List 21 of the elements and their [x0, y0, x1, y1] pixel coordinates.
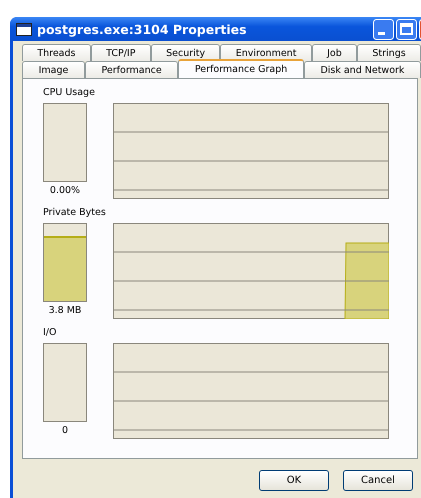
meter-reading: 0: [62, 425, 68, 436]
window-title: postgres.exe:3104 Properties: [37, 22, 247, 36]
section-label: I/O: [43, 327, 58, 339]
meter-reading: 3.8 MB: [48, 305, 82, 316]
dialog-button[interactable]: OK: [259, 470, 329, 491]
window-icon: [16, 22, 32, 36]
tab[interactable]: Strings: [357, 44, 421, 61]
tab[interactable]: Threads: [22, 44, 91, 61]
tab[interactable]: Performance Graph: [178, 59, 304, 78]
section-label: Private Bytes: [43, 207, 107, 219]
tab[interactable]: TCP/IP: [90, 44, 151, 61]
tab[interactable]: Disk and Network: [304, 61, 421, 78]
tab[interactable]: Performance: [84, 61, 178, 78]
minimize-button[interactable]: [373, 18, 394, 40]
maximize-button[interactable]: [396, 18, 417, 40]
meter-reading: 0.00%: [50, 185, 80, 196]
tab[interactable]: Job: [312, 44, 358, 61]
tab[interactable]: Security: [150, 44, 220, 61]
section-label: CPU Usage: [43, 87, 96, 99]
tab[interactable]: Image: [22, 61, 85, 78]
dialog-button[interactable]: Cancel: [343, 470, 413, 491]
